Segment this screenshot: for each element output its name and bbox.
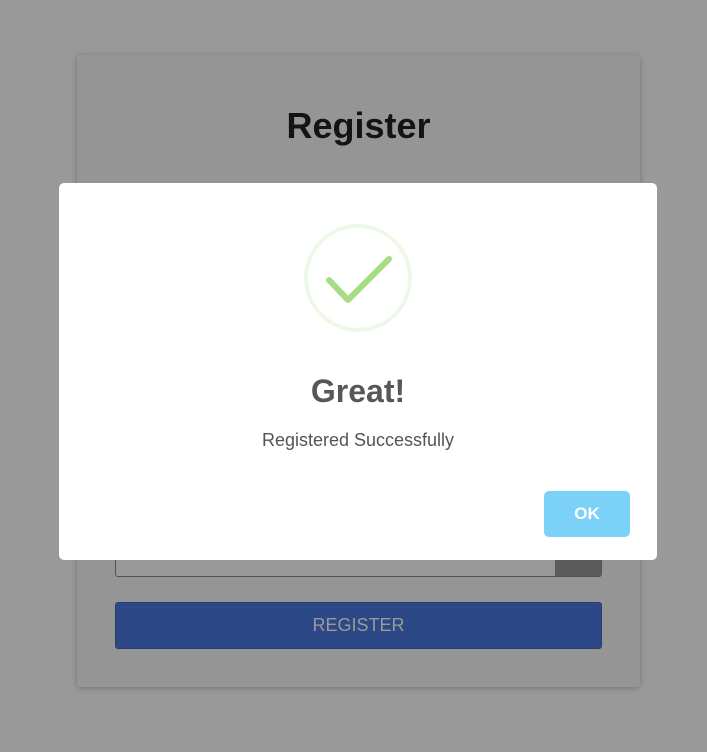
dialog-message: Registered Successfully [261,430,455,450]
ok-button[interactable]: OK [544,491,630,537]
dialog-title: Great! [310,373,406,409]
success-check-icon [304,224,412,332]
success-dialog: Great! Registered Successfully OK [59,183,657,560]
